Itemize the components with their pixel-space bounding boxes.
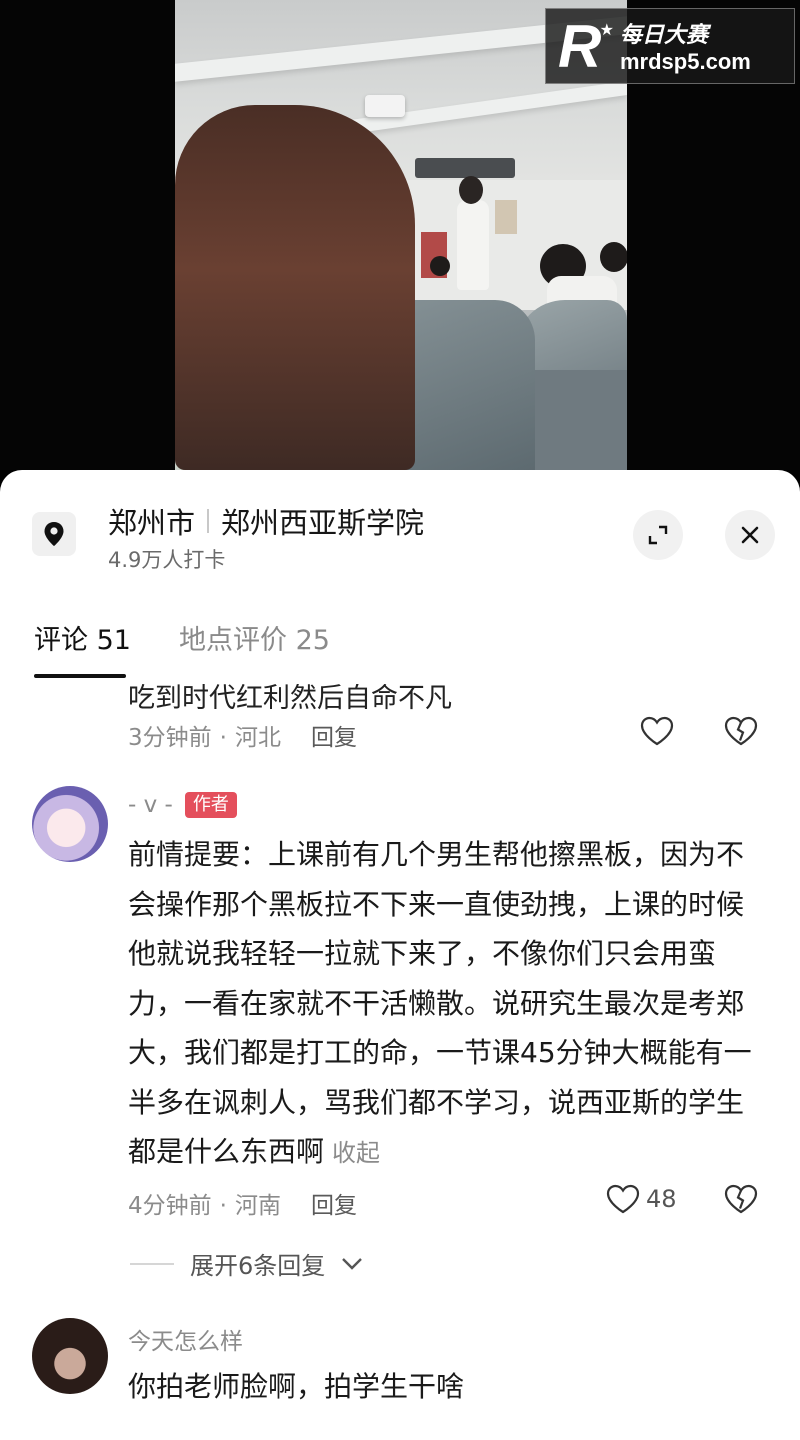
comment-text: 前情提要：上课前有几个男生帮他擦黑板，因为不会操作那个黑板拉不下来一直使劲拽，上… [128,830,768,1179]
teacher-head [459,176,483,204]
location-pin-icon [32,512,76,556]
dislike-button[interactable] [724,716,758,750]
comment-meta: 3分钟前 · 河北 回复 [128,725,357,751]
location-header[interactable]: 郑州市 郑州西亚斯学院 4.9万人打卡 [0,470,800,590]
checkin-count: 4.9万人打卡 [108,548,226,572]
comment-header: 今天怎么样 [128,1322,243,1356]
broken-heart-icon [724,716,758,746]
like-button[interactable]: 48 [606,1184,677,1214]
dislike-button[interactable] [724,1184,758,1218]
expand-icon [648,525,668,545]
like-button[interactable] [640,716,674,746]
broken-heart-icon [724,1184,758,1214]
location-title[interactable]: 郑州市 郑州西亚斯学院 [108,500,424,542]
video-player[interactable]: R ★ 每日大赛 mrdsp5.com [0,0,800,470]
reply-button[interactable]: 回复 [311,1193,357,1219]
divider [130,1262,174,1265]
air-conditioner [415,158,515,178]
teacher [457,200,489,290]
comment-text: 你拍老师脸啊，拍学生干啥 [128,1370,465,1403]
star-icon: ★ [599,20,614,39]
tab-comments[interactable]: 评论 51 [34,618,131,657]
close-icon [741,526,759,544]
projector [365,95,405,117]
location-city: 郑州市 [108,506,196,540]
author-badge: 作者 [184,792,237,818]
brand-url: mrdsp5.com [620,49,751,74]
brand-logo: R ★ [558,13,614,80]
comment-time: 4分钟前 [128,1193,212,1219]
chevron-down-icon [342,1257,363,1270]
student [430,256,450,276]
avatar[interactable] [32,786,108,862]
collapse-link[interactable]: 收起 [332,1139,380,1167]
close-button[interactable] [725,510,775,560]
comment-region: 河北 [234,725,281,751]
tab-bar: 评论 51 地点评价 25 [0,610,800,682]
comment-region: 河南 [234,1193,281,1219]
watermark: R ★ 每日大赛 mrdsp5.com [545,8,795,84]
heart-icon [606,1184,640,1214]
comment-header: - v - 作者 [128,792,237,818]
divider [207,509,210,533]
username[interactable]: - v - [128,792,173,818]
brand-name: 每日大赛 [620,23,709,48]
student [600,242,627,272]
heart-icon [640,716,674,746]
comments-sheet: 郑州市 郑州西亚斯学院 4.9万人打卡 评论 51 地点评价 25 吃到时代红利… [0,470,800,1440]
location-place: 郑州西亚斯学院 [221,506,425,540]
avatar[interactable] [32,1318,108,1394]
expand-button[interactable] [633,510,683,560]
logo-letter: R [558,13,601,80]
comment-text: 吃到时代红利然后自命不凡 [128,683,452,714]
student-hair [175,105,415,470]
expand-replies-label: 展开6条回复 [190,1252,326,1280]
active-tab-indicator [34,674,126,678]
comment-text-content: 前情提要：上课前有几个男生帮他擦黑板，因为不会操作那个黑板拉不下来一直使劲拽，上… [128,838,752,1168]
reply-button[interactable]: 回复 [311,725,357,751]
like-count: 48 [646,1185,677,1213]
comment-meta: 4分钟前 · 河南 回复 [128,1193,357,1219]
username[interactable]: 今天怎么样 [128,1322,243,1356]
comment-list[interactable]: 吃到时代红利然后自命不凡 3分钟前 · 河北 回复 - v - 作者 前情提要：上课前… [0,682,800,1440]
window [495,200,517,234]
comment-time: 3分钟前 [128,725,212,751]
expand-replies-button[interactable]: 展开6条回复 [130,1246,363,1281]
tab-place-reviews[interactable]: 地点评价 25 [179,618,330,657]
